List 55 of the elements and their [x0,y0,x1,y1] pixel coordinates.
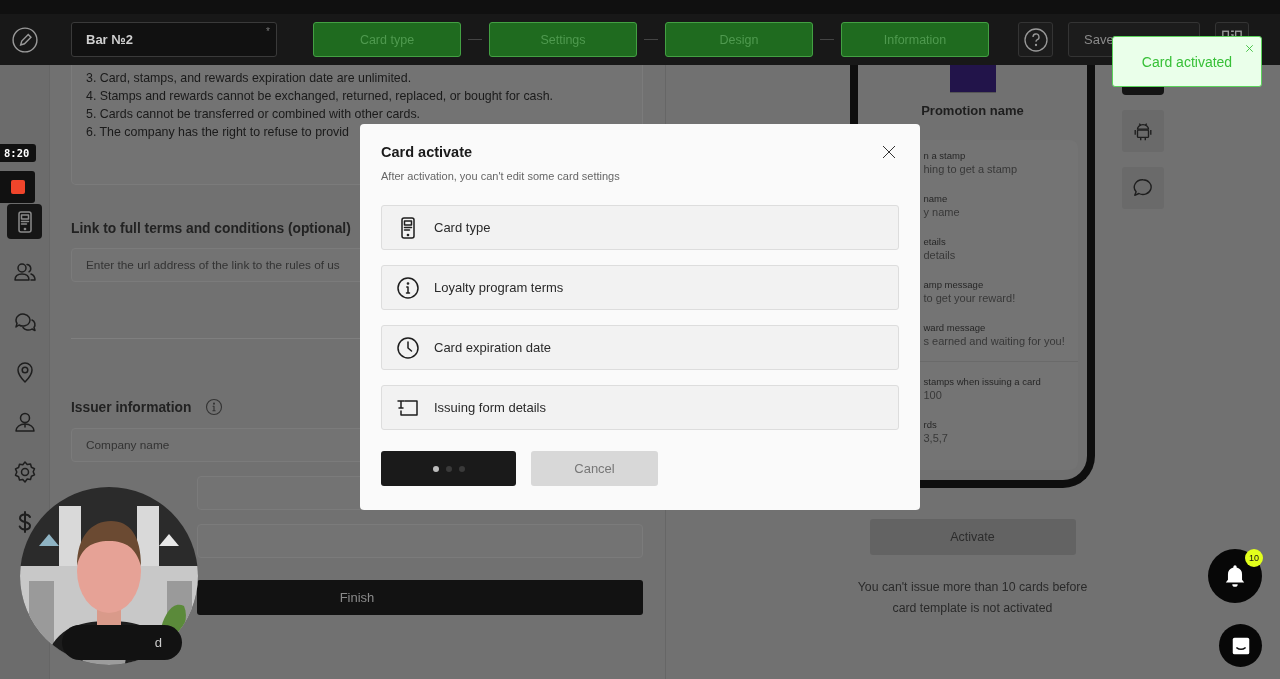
modal-title: Card activate [381,144,473,160]
edit-icon[interactable] [12,26,38,53]
field-label: name [923,193,949,205]
field-value: 3,5,7 [923,431,949,446]
stop-icon [10,180,25,194]
finish-button[interactable]: Finish [197,580,643,615]
terms-line: 4. Stamps and rewards cannot be exchanged, returned, replaced, or bought for cash. [86,88,554,105]
section-label: Issuer information [71,399,192,415]
field-value: 100 [923,388,943,403]
card-image [949,65,996,93]
chat-widget-button[interactable] [1219,624,1262,667]
promotion-name: Promotion name [921,103,1024,118]
setting-label: Issuing form details [434,400,546,415]
clock-icon [396,335,420,360]
dark-button[interactable]: d [62,625,182,660]
notification-badge: 10 [1245,549,1263,567]
close-icon[interactable] [881,144,897,160]
platform-button[interactable] [1122,167,1164,209]
field-value: hing to get a stamp [923,162,1019,177]
placeholder-text: Company name [86,438,170,452]
field-label: rds [923,419,938,431]
help-icon [1023,27,1048,52]
field-label: ward message [923,322,987,334]
speech-bubble-icon [1132,177,1154,199]
terms-line: 5. Cards cannot be transferred or combined with other cards. [86,106,422,123]
field-value: details [923,248,957,263]
title-field[interactable]: Bar №2 * [71,22,277,57]
setting-label: Card type [434,220,491,235]
settings-icon [12,459,37,484]
field-value: s earned and waiting for you! [923,334,1066,349]
text-field[interactable] [197,524,643,558]
activation-note: You can't issue more than 10 cards before card template is not activated [856,579,1089,617]
field-label: etails [923,236,947,248]
sidebar-item[interactable] [7,204,42,239]
required-mark: * [266,26,270,37]
setting-label: Loyalty program terms [434,280,564,295]
field-label: n a stamp [923,150,967,162]
placeholder-text: Enter the url address of the link to the rules of us [86,258,340,272]
section-label: Link to full terms and conditions (optional) [71,221,351,236]
setting-label: Card expiration date [434,340,552,355]
modal-subtitle: After activation, you can't edit some card settings [381,170,621,182]
terms-line: 3. Card, stamps, and rewards expiration date are unlimited. [86,70,413,87]
stop-recording-button[interactable] [0,171,35,203]
help-button[interactable] [1018,22,1053,57]
field-value: to get your reward! [923,291,1017,306]
info-icon [396,275,420,300]
toast-message: Card activated [1141,53,1233,70]
info-icon[interactable] [205,398,224,416]
terms-line: 6. The company has the right to refuse to provid [86,124,350,141]
platform-button[interactable] [1122,110,1164,152]
recording-timer: 8:20 [0,144,36,162]
field-label: amp message [923,279,985,291]
field-label: stamps when issuing a card [923,376,1042,388]
notifications-button[interactable] [1208,549,1262,603]
title-value: Bar №2 [86,32,133,47]
